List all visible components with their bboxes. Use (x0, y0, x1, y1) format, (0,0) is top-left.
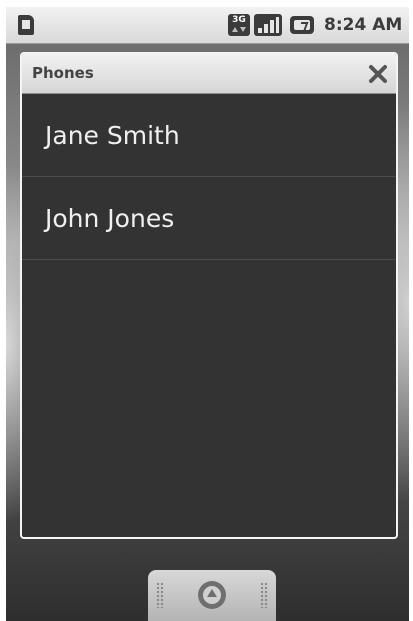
dialog-title: Phones (32, 64, 94, 82)
dock-grip-left (156, 582, 164, 608)
status-time: 8:24 AM (324, 15, 403, 35)
signal-bar (270, 20, 274, 33)
signal-bar (276, 17, 279, 33)
list-item[interactable]: Jane Smith (22, 94, 396, 177)
list-item[interactable]: John Jones (22, 177, 396, 260)
launcher-dock (148, 570, 276, 621)
dock-grip-right (260, 582, 268, 608)
status-bar: 3G 8:24 AM (6, 7, 409, 44)
phones-list: Jane Smith John Jones (22, 94, 396, 260)
dialog-header: Phones (22, 54, 396, 94)
phone-screen: 3G 8:24 AM Phones Jane Smith John Jones (6, 7, 409, 621)
sim-card-icon (18, 15, 34, 35)
network-type-label: 3G (232, 15, 246, 25)
phones-dialog: Phones Jane Smith John Jones (20, 52, 398, 539)
data-activity-arrows (228, 26, 250, 34)
signal-bar (264, 24, 268, 33)
close-icon (369, 65, 387, 83)
3g-data-icon: 3G (228, 14, 250, 36)
signal-bar (258, 28, 262, 33)
close-button[interactable] (366, 62, 390, 86)
signal-strength-icon (254, 14, 282, 36)
battery-charging-icon (290, 16, 314, 34)
app-drawer-icon[interactable] (198, 581, 226, 609)
